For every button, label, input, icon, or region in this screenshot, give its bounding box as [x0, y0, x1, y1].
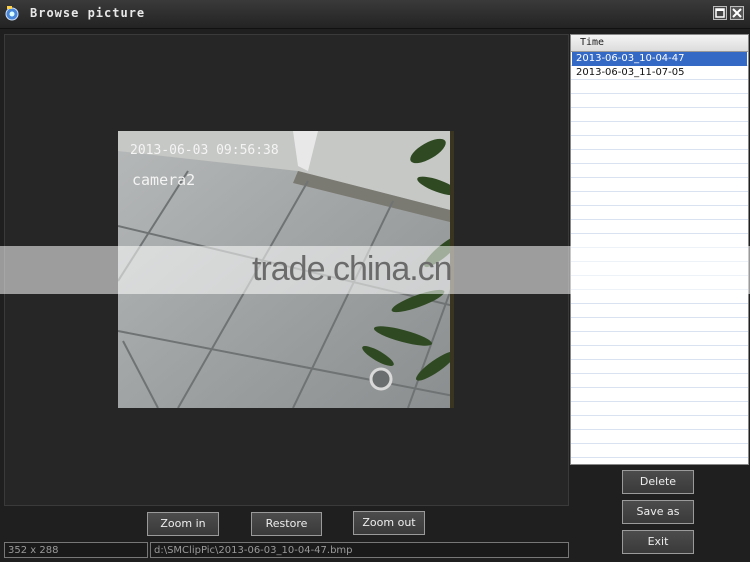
zoom-in-button[interactable]: Zoom in	[147, 512, 219, 536]
watermark-banner: trade.china.cn	[0, 246, 750, 294]
snapshot-timestamp: 2013-06-03 09:56:38	[130, 143, 279, 158]
camera-app-icon	[5, 6, 19, 21]
browse-picture-window: Browse picture 2013-06-03 09:56:38 camer…	[0, 0, 750, 562]
delete-button[interactable]: Delete	[622, 470, 694, 494]
column-header-time[interactable]: Time	[571, 35, 748, 52]
save-as-button[interactable]: Save as	[622, 500, 694, 524]
exit-button[interactable]: Exit	[622, 530, 694, 554]
status-image-size: 352 x 288	[4, 542, 148, 558]
list-item[interactable]: 2013-06-03_11-07-05	[572, 66, 747, 80]
list-item[interactable]: 2013-06-03_10-04-47	[572, 52, 747, 66]
maximize-icon[interactable]	[713, 6, 727, 20]
restore-button[interactable]: Restore	[251, 512, 322, 536]
close-icon[interactable]	[730, 6, 744, 20]
title-bar[interactable]: Browse picture	[0, 0, 750, 29]
snapshot-camera-label: camera2	[132, 171, 196, 189]
window-title: Browse picture	[30, 6, 146, 20]
watermark-text: trade.china.cn	[252, 250, 453, 288]
zoom-out-button[interactable]: Zoom out	[353, 511, 425, 535]
status-file-path: d:\SMClipPic\2013-06-03_10-04-47.bmp	[150, 542, 569, 558]
